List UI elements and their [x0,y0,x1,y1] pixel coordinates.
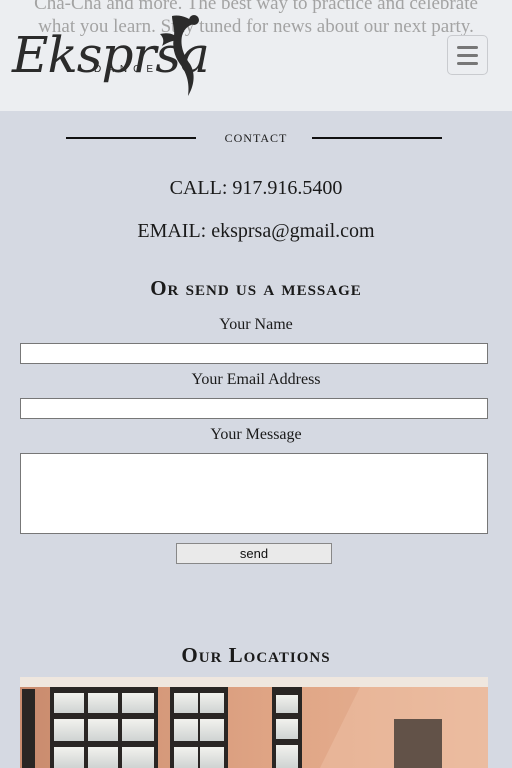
hamburger-menu-icon [457,45,478,49]
logo[interactable]: Eksprsa DANCE [10,12,210,100]
locations-title: Our Locations [181,643,331,667]
studio-image [20,677,488,768]
name-label: Your Name [219,316,293,333]
message-label: Your Message [210,426,302,443]
email-input[interactable] [20,398,488,419]
menu-button[interactable] [447,35,488,75]
name-input[interactable] [20,343,488,364]
dance-studio-photo [20,677,488,768]
message-textarea[interactable] [20,453,488,534]
email-text[interactable]: EMAIL: eksprsa@gmail.com [0,220,512,243]
email-label: Your Email Address [191,371,321,388]
dancer-silhouette-icon [160,15,199,96]
form-title: Or send us a message [150,276,362,300]
send-button[interactable]: send [176,543,332,564]
phone-text[interactable]: CALL: 917.916.5400 [0,177,512,200]
divider-right [312,137,442,139]
header: Cha-Cha and more. The best way to practi… [0,0,512,111]
